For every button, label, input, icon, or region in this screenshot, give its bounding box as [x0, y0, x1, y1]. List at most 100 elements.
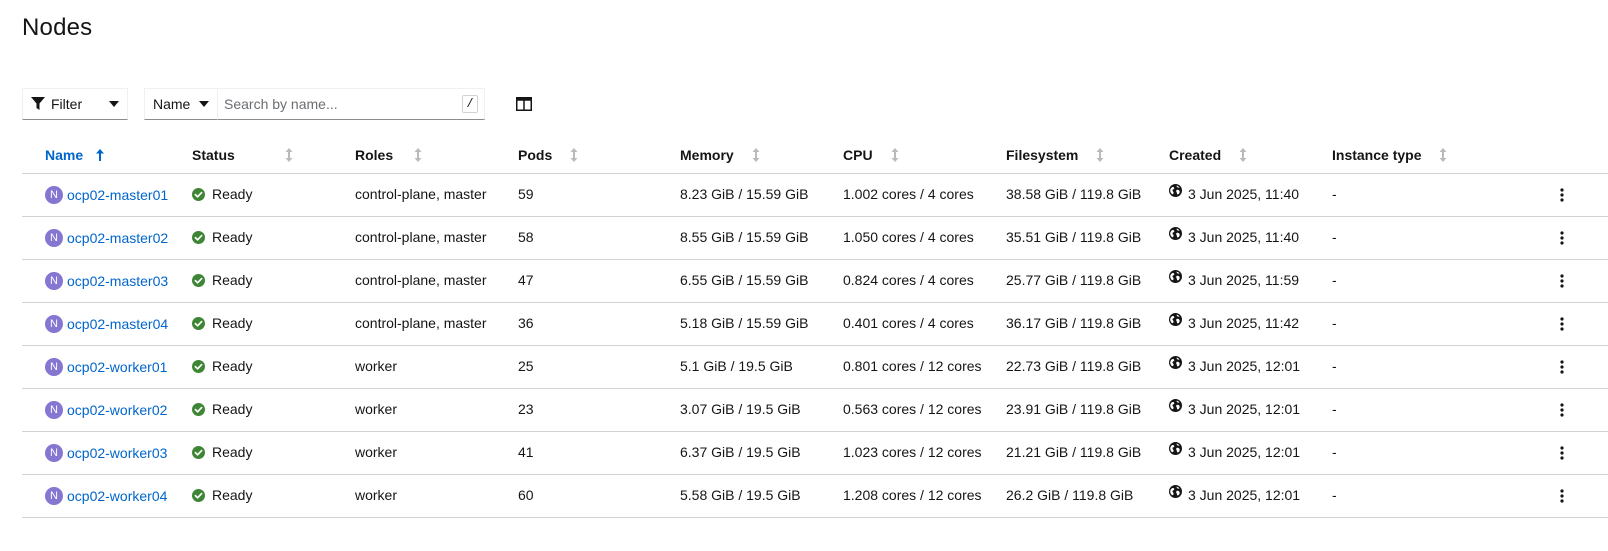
table-row: N ocp02-master02 Ready control-plane, ma…	[22, 217, 1608, 260]
memory-cell: 8.55 GiB / 15.59 GiB	[680, 229, 809, 245]
created-text: 3 Jun 2025, 12:01	[1188, 444, 1301, 460]
table-body: N ocp02-master01 Ready control-plane, ma…	[22, 174, 1608, 518]
node-name-link[interactable]: ocp02-worker04	[67, 488, 167, 504]
filter-button[interactable]: Filter	[22, 88, 128, 120]
kebab-icon[interactable]	[1556, 444, 1568, 462]
node-name-link[interactable]: ocp02-master02	[67, 230, 168, 246]
created-text: 3 Jun 2025, 11:40	[1188, 229, 1300, 245]
node-name-link[interactable]: ocp02-master03	[67, 273, 168, 289]
node-name-link[interactable]: ocp02-worker01	[67, 359, 167, 375]
kebab-icon[interactable]	[1556, 358, 1568, 376]
created-text: 3 Jun 2025, 12:01	[1188, 487, 1301, 503]
check-circle-icon	[192, 316, 205, 330]
pods-cell: 25	[518, 358, 534, 374]
filesystem-cell: 21.21 GiB / 119.8 GiB	[1006, 444, 1142, 460]
column-header-roles[interactable]: Roles	[355, 147, 422, 163]
memory-cell: 6.55 GiB / 15.59 GiB	[680, 272, 809, 288]
created-cell: 3 Jun 2025, 12:01	[1169, 399, 1301, 417]
instance-type-cell: -	[1332, 358, 1337, 374]
kebab-icon[interactable]	[1556, 229, 1568, 247]
roles-cell: worker	[355, 487, 398, 503]
filesystem-cell: 26.2 GiB / 119.8 GiB	[1006, 487, 1134, 503]
sort-icon	[891, 148, 899, 162]
table-row: N ocp02-master03 Ready control-plane, ma…	[22, 260, 1608, 303]
check-circle-icon	[192, 187, 205, 201]
column-header-pods[interactable]: Pods	[518, 147, 578, 163]
status-text: Ready	[212, 358, 253, 374]
column-header-memory[interactable]: Memory	[680, 147, 760, 163]
roles-cell: worker	[355, 444, 398, 460]
kebab-icon[interactable]	[1556, 186, 1568, 204]
created-text: 3 Jun 2025, 11:59	[1188, 272, 1300, 288]
table-row: N ocp02-worker01 Ready worker 25 5.1 GiB…	[22, 346, 1608, 389]
instance-type-cell: -	[1332, 272, 1337, 288]
instance-type-cell: -	[1332, 401, 1337, 417]
node-name-link[interactable]: ocp02-master04	[67, 316, 168, 332]
cpu-cell: 0.824 cores / 4 cores	[843, 272, 974, 288]
pods-cell: 59	[518, 186, 534, 202]
name-select[interactable]: Name	[144, 88, 218, 120]
status-text: Ready	[212, 229, 253, 245]
globe-icon	[1169, 270, 1183, 284]
column-header-filesystem[interactable]: Filesystem	[1006, 147, 1104, 163]
caret-down-icon	[199, 101, 209, 107]
column-header-created[interactable]: Created	[1169, 147, 1247, 163]
toolbar: Filter Name /	[22, 88, 533, 120]
pods-cell: 23	[518, 401, 534, 417]
kebab-icon[interactable]	[1556, 272, 1568, 290]
node-badge: N	[45, 272, 63, 290]
node-name-cell: N ocp02-worker04	[45, 487, 167, 505]
roles-cell: worker	[355, 358, 398, 374]
node-badge: N	[45, 444, 63, 462]
sort-icon	[1439, 148, 1447, 162]
roles-cell: control-plane, master	[355, 229, 487, 245]
filter-icon	[31, 97, 45, 111]
kebab-icon[interactable]	[1556, 487, 1568, 505]
sort-icon	[752, 148, 760, 162]
node-name-link[interactable]: ocp02-worker03	[67, 445, 167, 461]
check-circle-icon	[192, 445, 205, 459]
filesystem-cell: 35.51 GiB / 119.8 GiB	[1006, 229, 1142, 245]
cpu-cell: 1.208 cores / 12 cores	[843, 487, 982, 503]
created-text: 3 Jun 2025, 11:42	[1188, 315, 1300, 331]
roles-cell: control-plane, master	[355, 315, 487, 331]
nodes-table: Name Status Roles Pods Memory CPU Filesy…	[22, 138, 1608, 518]
search-input[interactable]	[224, 96, 462, 112]
globe-icon	[1169, 442, 1183, 456]
filesystem-cell: 36.17 GiB / 119.8 GiB	[1006, 315, 1142, 331]
pods-cell: 41	[518, 444, 534, 460]
node-name-cell: N ocp02-master01	[45, 186, 168, 204]
search-shortcut-hint: /	[462, 95, 478, 113]
node-name-link[interactable]: ocp02-worker02	[67, 402, 167, 418]
column-header-cpu[interactable]: CPU	[843, 147, 899, 163]
node-name-cell: N ocp02-master04	[45, 315, 168, 333]
status-text: Ready	[212, 444, 253, 460]
sort-icon	[570, 148, 578, 162]
sort-icon	[1239, 148, 1247, 162]
column-header-instance-type[interactable]: Instance type	[1332, 147, 1447, 163]
check-circle-icon	[192, 359, 205, 373]
status-text: Ready	[212, 315, 253, 331]
globe-icon	[1169, 356, 1183, 370]
instance-type-cell: -	[1332, 444, 1337, 460]
node-name-cell: N ocp02-worker03	[45, 444, 167, 462]
status-cell: Ready	[192, 358, 252, 374]
column-header-status[interactable]: Status	[192, 147, 293, 163]
columns-icon[interactable]	[515, 95, 533, 113]
status-text: Ready	[212, 272, 253, 288]
status-cell: Ready	[192, 401, 252, 417]
kebab-icon[interactable]	[1556, 401, 1568, 419]
created-text: 3 Jun 2025, 12:01	[1188, 401, 1301, 417]
table-row: N ocp02-master01 Ready control-plane, ma…	[22, 174, 1608, 217]
node-name-link[interactable]: ocp02-master01	[67, 187, 168, 203]
pods-cell: 36	[518, 315, 534, 331]
filesystem-cell: 22.73 GiB / 119.8 GiB	[1006, 358, 1142, 374]
pods-cell: 47	[518, 272, 534, 288]
kebab-icon[interactable]	[1556, 315, 1568, 333]
table-row: N ocp02-worker02 Ready worker 23 3.07 Gi…	[22, 389, 1608, 432]
column-header-name[interactable]: Name	[45, 147, 105, 163]
status-cell: Ready	[192, 186, 252, 202]
status-cell: Ready	[192, 229, 252, 245]
cpu-cell: 1.002 cores / 4 cores	[843, 186, 974, 202]
globe-icon	[1169, 485, 1183, 499]
